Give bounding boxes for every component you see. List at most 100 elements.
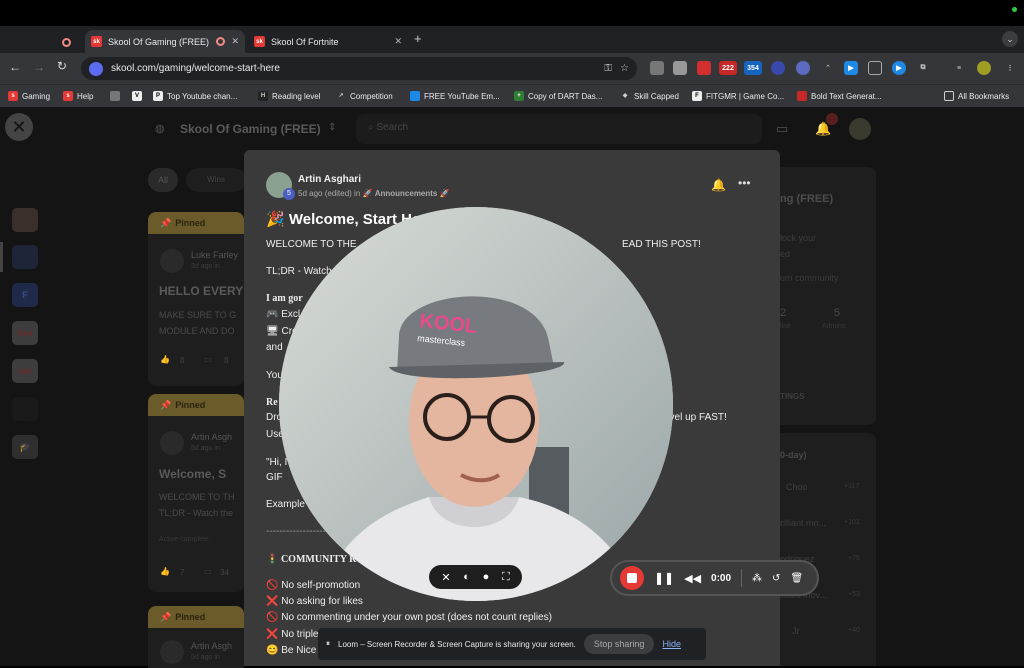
post-card[interactable]: Artin Asgh 5d ago in Welcome, S WELCOME …	[148, 416, 244, 592]
group-name[interactable]: Skool Of Gaming (FREE)	[180, 122, 321, 136]
side-app-free[interactable]: free	[12, 321, 38, 345]
stop-sharing-button[interactable]: Stop sharing	[583, 634, 655, 654]
post-author: Luke Farley	[191, 250, 239, 260]
side-app-dark[interactable]	[12, 397, 38, 421]
post-author: Artin Asgh	[191, 641, 233, 651]
gamepad-icon: 🎮	[266, 309, 279, 320]
tab-search-icon[interactable]: ⌄	[1002, 31, 1018, 47]
menu-kebab-icon[interactable]: ⋮	[1003, 61, 1017, 75]
trash-icon[interactable]: 🗑	[790, 573, 803, 584]
side-app-f[interactable]: F	[12, 283, 38, 307]
bookmark-bold-text[interactable]: Bold Text Generat...	[797, 91, 882, 101]
filter-all[interactable]: All	[148, 168, 178, 192]
side-app-sm[interactable]: sm	[12, 359, 38, 383]
new-tab-button[interactable]: +	[414, 31, 422, 46]
extension-badge-icon[interactable]: 222	[719, 61, 737, 75]
post-author[interactable]: Artin Asghari	[298, 174, 361, 185]
drag-handle-icon[interactable]: ⏸	[326, 639, 330, 649]
extension-play-icon[interactable]: ▶	[844, 61, 858, 75]
bookmark-fitgmr[interactable]: F FITGMR | Game Co...	[692, 91, 784, 101]
group-info-title: ng (FREE)	[780, 193, 834, 205]
stop-recording-button[interactable]	[620, 566, 644, 590]
hide-button[interactable]: Hide	[662, 639, 681, 649]
pause-icon[interactable]: ❚❚	[654, 571, 674, 585]
rule-item: 🚫 No self-promotion	[266, 580, 361, 591]
password-key-icon[interactable]: ⚿	[604, 63, 612, 74]
like-icon[interactable]: 👍	[160, 567, 170, 576]
skool-icon: s	[63, 91, 73, 101]
extension-icon[interactable]: ▶	[892, 61, 906, 75]
side-app-circle[interactable]	[12, 245, 38, 269]
pinned-label: 📌 Pinned	[148, 606, 244, 628]
group-switch-icon[interactable]: ⇕	[328, 122, 336, 133]
back-icon[interactable]: ←	[9, 60, 21, 74]
bookmark-icon-only[interactable]	[110, 91, 120, 101]
bell-icon[interactable]: 🔔	[711, 178, 726, 192]
extension-icon[interactable]	[650, 61, 664, 75]
settings-button[interactable]: TINGS	[780, 392, 804, 401]
tab-skool-of-fortnite[interactable]: sk Skool Of Fortnite ✕	[248, 30, 408, 53]
all-bookmarks[interactable]: All Bookmarks	[944, 91, 1009, 101]
reload-icon[interactable]: ↻	[57, 59, 67, 73]
tab-close-icon[interactable]: ✕	[231, 36, 239, 47]
chat-icon[interactable]: ▭	[776, 121, 788, 137]
post-line: GIF	[266, 472, 283, 483]
extension-badge-icon[interactable]: 354	[744, 61, 762, 75]
camera-icon	[110, 91, 120, 101]
bubble-size-small-icon[interactable]: ●	[483, 571, 490, 583]
bookmark-top-youtube[interactable]: P Top Youtube chan...	[153, 91, 237, 101]
restart-icon[interactable]: ↺	[772, 573, 780, 584]
fullscreen-icon[interactable]: ⛶	[502, 571, 510, 584]
camera-effects-icon[interactable]: ◐	[463, 571, 470, 583]
post-card[interactable]: Artin Asgh 5d ago in	[148, 628, 244, 668]
post-category[interactable]: Announcements	[375, 189, 438, 198]
search-input[interactable]: ⌕ Search	[356, 114, 762, 144]
bookmark-gaming[interactable]: s Gaming	[8, 91, 50, 101]
bookmark-v[interactable]: V	[132, 91, 142, 101]
bookmark-competition[interactable]: ↗ Competition	[336, 91, 392, 101]
bookmark-reading-level[interactable]: H Reading level	[258, 91, 320, 101]
bookmark-skill-capped[interactable]: ◆ Skill Capped	[620, 91, 679, 101]
close-overlay-icon[interactable]: ✕	[5, 113, 33, 141]
comment-icon[interactable]: ▭	[204, 567, 212, 576]
post-title: HELLO EVERY	[159, 284, 244, 298]
leader-name: rilliant mo...	[780, 518, 827, 528]
loom-webcam-bubble[interactable]: KOOL masterclass	[279, 207, 673, 601]
bookmark-dart[interactable]: + Copy of DART Das...	[514, 91, 602, 101]
bookmark-star-icon[interactable]: ☆	[620, 63, 629, 74]
extension-icon[interactable]	[697, 61, 711, 75]
user-avatar[interactable]	[849, 118, 871, 140]
bookmark-free-youtube[interactable]: FREE YouTube Em...	[410, 91, 500, 101]
rewind-icon[interactable]: ◀◀	[684, 572, 701, 585]
recording-timer: 0:00	[711, 572, 732, 584]
extensions-puzzle-icon[interactable]: ⧉	[916, 61, 930, 75]
close-webcam-icon[interactable]: ✕	[441, 571, 450, 584]
extension-icon[interactable]	[796, 61, 810, 75]
post-card[interactable]: Luke Farley 3d ago in HELLO EVERY MAKE S…	[148, 234, 244, 386]
address-bar[interactable]: skool.com/gaming/welcome-start-here ⚿ ☆	[81, 57, 637, 80]
forward-icon[interactable]: →	[33, 60, 45, 74]
profile-avatar-icon[interactable]	[977, 61, 991, 75]
site-info-icon[interactable]	[89, 61, 103, 76]
extension-icon[interactable]	[771, 61, 785, 75]
arrow-icon: ↗	[338, 93, 344, 99]
graduation-cap-icon[interactable]: 🎓	[12, 435, 38, 459]
comment-count: 8	[224, 356, 229, 365]
extension-icon[interactable]	[868, 61, 882, 75]
filter-wins[interactable]: Wins	[186, 168, 246, 192]
drawing-tools-icon[interactable]: ⁂	[752, 573, 762, 584]
like-icon[interactable]: 👍	[160, 355, 170, 364]
side-app-torch[interactable]	[12, 208, 38, 232]
pin-icon: 📌	[160, 399, 172, 410]
smile-icon: 😊	[266, 645, 279, 656]
bookmark-help[interactable]: s Help	[63, 91, 93, 101]
comment-icon[interactable]: ▭	[204, 355, 212, 364]
more-options-icon[interactable]: •••	[738, 176, 751, 190]
post-excerpt: WELCOME TO TH	[159, 492, 235, 502]
tab-close-icon[interactable]: ✕	[394, 36, 402, 47]
extension-icon[interactable]	[673, 61, 687, 75]
tab-skool-of-gaming[interactable]: sk Skool Of Gaming (FREE) ✕	[85, 30, 245, 53]
reading-list-icon[interactable]: ≡	[952, 61, 966, 75]
extension-icon[interactable]: ⌃	[821, 61, 835, 75]
rocket-icon: 🚀	[362, 189, 373, 198]
